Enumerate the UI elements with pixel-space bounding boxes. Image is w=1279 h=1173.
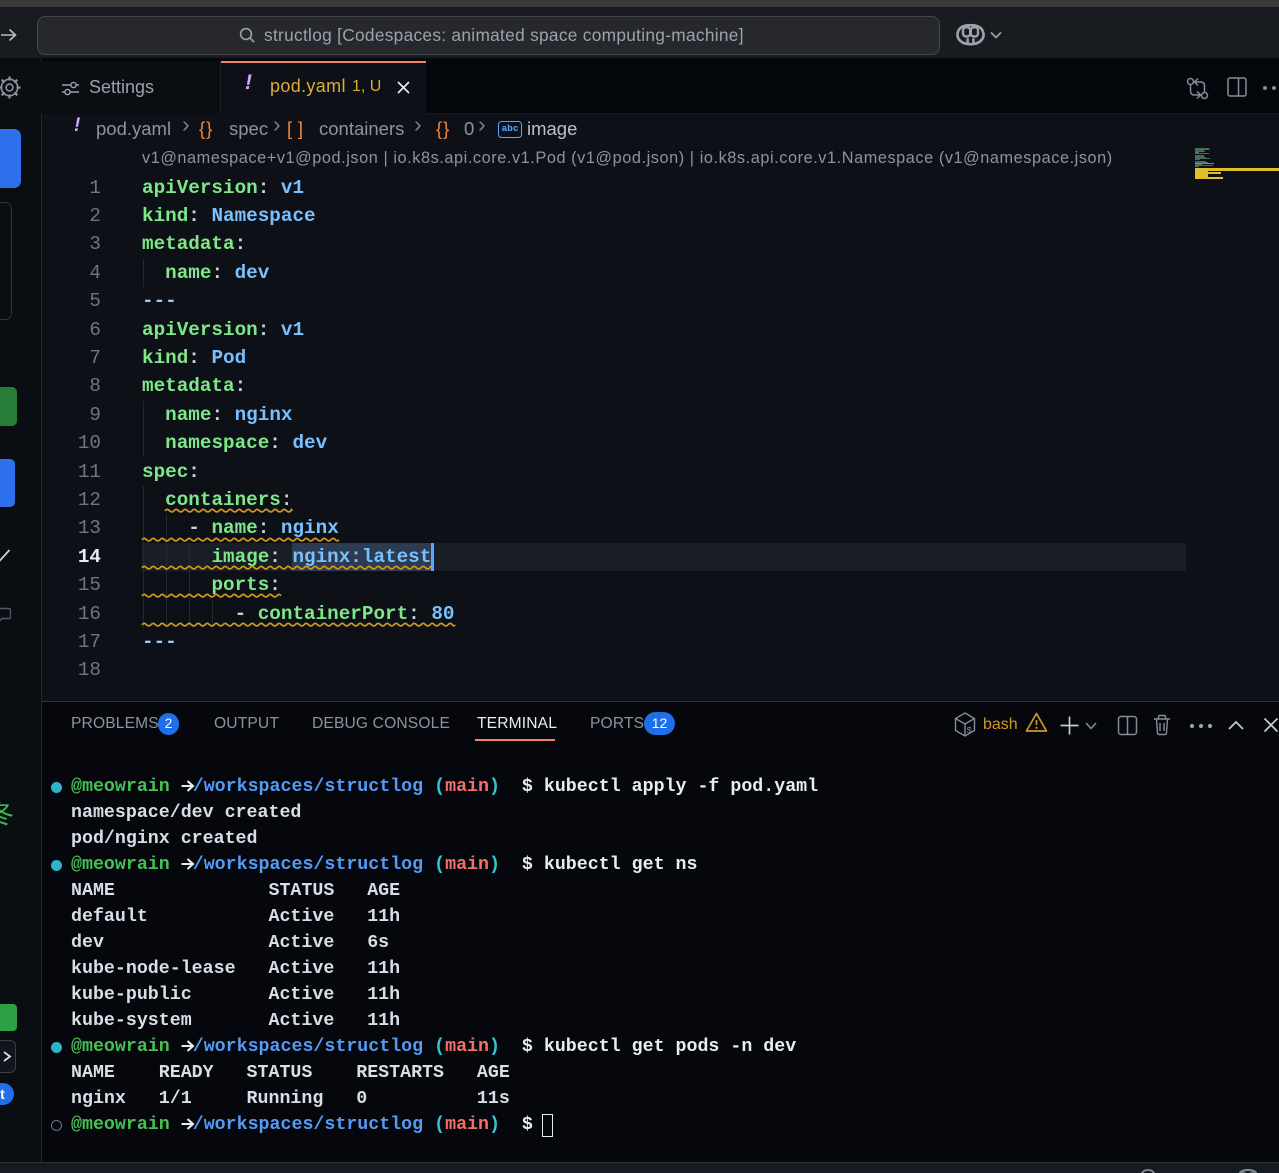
svg-text:$: $ bbox=[967, 726, 973, 736]
